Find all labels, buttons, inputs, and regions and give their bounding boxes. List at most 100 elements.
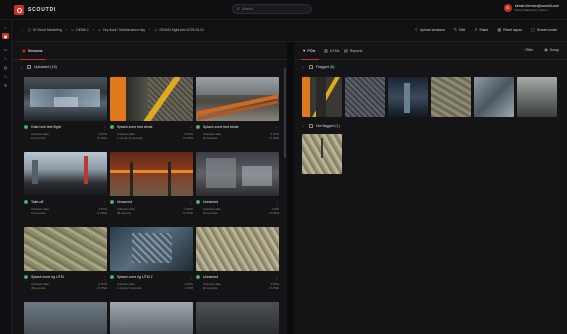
breadcrumb-bar: ← ◫ DI Scout Marketing / ▭ DEMA 2 / ▭ Dry d… [12,20,567,42]
check-icon: ✓ [110,275,114,279]
session-card[interactable]: ✓ Unnamed ⋮ Unknown date 2 POIs 38 seconds 0… [110,152,193,220]
screen-mode-button[interactable]: ▢ Screen mode [531,27,557,32]
session-card[interactable]: ✓ Splash zone rig UTM ⋮ Unknown date 4 POIs… [24,227,107,295]
home-icon[interactable]: ⌂ [2,24,9,30]
settings-icon[interactable]: ⚙ [2,82,9,88]
right-tabs: ⌖ POIs ▥ UTMs ▤ Reports ⫶ Filter ▦ Group [294,42,567,60]
more-icon[interactable]: ⋮ [275,200,279,205]
session-card[interactable]: ✓ Splash zone test struts ⋮ Unknown date 4 … [196,77,279,145]
search-box[interactable]: ⌕ [232,4,312,14]
session-thumbnail[interactable] [24,302,107,334]
breadcrumb: ← ◫ DI Scout Marketing / ▭ DEMA 2 / ▭ Dry d… [20,28,205,32]
group-button[interactable]: ▦ Group [544,48,559,52]
session-card[interactable]: ✓ Splash zone rig UTM 2 ⋮ Unknown date 4 PO… [110,227,193,295]
not-flagged-group-header[interactable]: ⌄ Not flagged (1) [302,124,340,128]
toolbar: ⇪ Upload sessions ✎ Edit ⇗ Share ▦ Reset lay… [406,27,557,32]
filter-button[interactable]: ⫶ Filter [523,48,533,52]
select-all-checkbox[interactable] [27,65,32,69]
session-card[interactable]: ✓ Unnamed ⋮ Unknown date 1 POI 40 seconds 0 … [196,152,279,220]
session-thumbnail[interactable] [110,302,193,334]
search-input[interactable] [241,7,302,11]
session-card[interactable]: ✓ Splash zone test struts ⋮ Unknown date 5 … [110,77,193,145]
breadcrumb-item[interactable]: ▭ DEMA 2 [71,28,89,32]
nav-rail: ⌂ ▣ ▭ ≡ ▤ ☺ ⚙ [0,20,12,334]
logo-icon [14,5,24,15]
top-bar: SCOUTDI ⌕ E eirmat.eierman@scoutdi.com S… [0,0,567,20]
check-icon: ✓ [24,200,28,204]
session-title: Take-off [31,200,44,204]
session-thumbnail[interactable] [110,77,193,121]
tab-reports[interactable]: ▤ Reports [344,48,362,53]
app-name: SCOUTDI [28,7,57,13]
session-thumbnail[interactable] [196,302,279,334]
avatar[interactable]: E [503,4,512,13]
sessions-icon[interactable]: ▣ [2,33,9,39]
poi-thumbnail[interactable] [388,77,428,117]
check-icon: ✓ [196,125,200,129]
folder-icon: ▭ [97,28,102,32]
flagged-group-header[interactable]: ⌄ Flagged (6) [302,65,334,69]
more-icon[interactable]: ⋮ [189,125,193,130]
session-thumbnail[interactable] [196,227,279,271]
session-thumbnail[interactable] [110,152,193,196]
poi-thumbnail[interactable] [345,77,385,117]
session-thumbnail[interactable] [24,77,107,121]
user-menu[interactable]: E eirmat.eierman@scoutdi.com Scout Marke… [503,4,559,13]
more-icon[interactable]: ⋮ [103,275,107,280]
session-thumbnail[interactable] [24,227,107,271]
more-icon[interactable]: ⋮ [275,125,279,130]
session-title: Unnamed [117,200,133,204]
users-icon[interactable]: ☺ [2,73,9,79]
reset-layout-button[interactable]: ▦ Reset layout [497,27,522,32]
chevron-down-icon: ⌄ [20,65,24,69]
edit-icon: ✎ [453,27,458,32]
poi-thumbnail[interactable] [431,77,471,117]
user-org: Scout Marketing • Admin [514,8,548,13]
session-card[interactable]: ✓ Unnamed ⋮ Unknown date 2 POIs 26 seconds 0… [196,227,279,295]
ruler-icon: ▥ [324,48,328,53]
upload-sessions-button[interactable]: ⇪ Upload sessions [415,27,445,32]
pois-panel: ⌖ POIs ▥ UTMs ▤ Reports ⫶ Filter ▦ Group ⌄ Fl… [294,42,567,334]
session-thumbnail[interactable] [24,152,107,196]
tab-utms[interactable]: ▥ UTMs [324,48,339,53]
chart-icon[interactable]: ▤ [2,64,9,70]
select-flagged-checkbox[interactable] [309,65,314,69]
back-icon[interactable]: ← [20,28,24,32]
session-card[interactable]: ✓ Gate lock test flight ⋮ Unknown date 4 PO… [24,77,107,145]
more-icon[interactable]: ⋮ [103,125,107,130]
poi-thumbnail[interactable] [302,134,342,174]
share-button[interactable]: ⇗ Share [474,27,488,32]
scrollbar[interactable] [284,68,286,158]
sessions-icon: ▣ [22,48,26,53]
tab-pois[interactable]: ⌖ POIs [303,48,315,53]
active-tab-indicator [301,58,319,60]
filter-icon: ⫶ [522,48,524,52]
session-thumbnail[interactable] [196,77,279,121]
edit-button[interactable]: ✎ Edit [454,27,465,32]
session-thumbnail[interactable] [110,227,193,271]
session-title: Splash zone test struts [117,125,153,129]
breadcrumb-item[interactable]: ◫ DI Scout Marketing [28,28,62,32]
session-title: Unnamed [203,200,219,204]
chevron-down-icon: ⌄ [302,65,306,69]
poi-thumbnail[interactable] [302,77,342,117]
more-icon[interactable]: ⋮ [275,275,279,280]
check-icon: ✓ [110,125,114,129]
breadcrumb-item[interactable]: ▭ DEMA2 flight test 2025-06-01 [154,28,204,32]
session-thumbnail[interactable] [196,152,279,196]
folder-icon[interactable]: ▭ [2,46,9,52]
panel-divider[interactable] [287,42,294,334]
app-logo[interactable]: SCOUTDI [14,5,56,15]
uploaded-group-header[interactable]: ⌄ Uploaded (15) [20,65,57,69]
breadcrumb-item[interactable]: ▭ Dry dock / Maintenance bay [98,28,145,32]
session-card[interactable]: ✓ Take-off ⋮ Unknown date 3 POIs 51 seconds… [24,152,107,220]
more-icon[interactable]: ⋮ [189,200,193,205]
select-not-flagged-checkbox[interactable] [309,124,314,128]
poi-thumbnail[interactable] [517,77,557,117]
more-icon[interactable]: ⋮ [103,200,107,205]
layers-icon[interactable]: ≡ [2,55,9,61]
tab-sessions[interactable]: ▣ Sessions [22,48,42,53]
more-icon[interactable]: ⋮ [189,275,193,280]
poi-thumbnail[interactable] [474,77,514,117]
check-icon: ✓ [110,200,114,204]
